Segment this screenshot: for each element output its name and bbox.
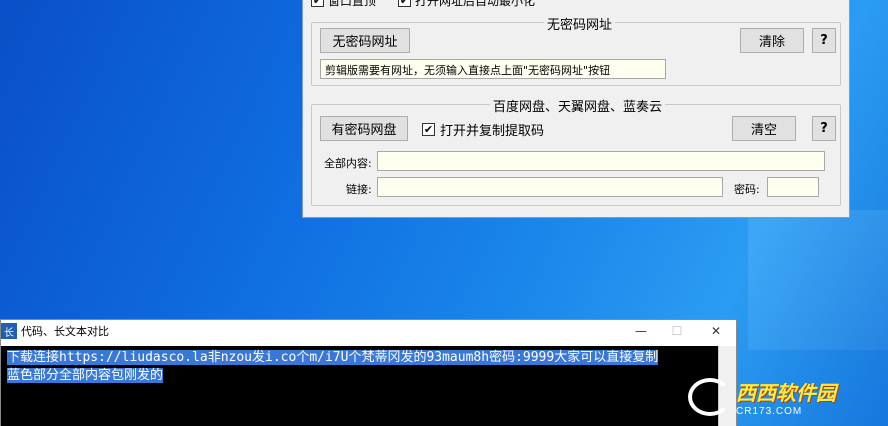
url-tool-window: ✔ 窗口置顶 ✔ 打开网址后自动最小化 无密码网址 无密码网址 清除 ? 剪辑版… <box>302 0 850 218</box>
site-watermark: 西西软件园 CR173.COM <box>688 376 868 418</box>
window-on-top-option[interactable]: ✔ 窗口置顶 <box>311 0 377 8</box>
window-on-top-label: 窗口置顶 <box>328 0 377 8</box>
close-icon[interactable]: ✕ <box>696 320 736 342</box>
compare-titlebar[interactable]: 长 代码、长文本对比 — ☐ ✕ <box>1 320 736 342</box>
all-content-input[interactable] <box>377 151 825 171</box>
watermark-text: 西西软件园 CR173.COM <box>736 377 836 417</box>
maximize-icon[interactable]: ☐ <box>657 320 697 342</box>
no-password-group-title: 无密码网址 <box>544 14 616 33</box>
editor-line-2: 蓝色部分全部内容包刚发的 <box>7 368 164 383</box>
text-editor[interactable]: 下载连接https://liudasco.la非nzou发i.co个m/i7U个… <box>1 346 718 426</box>
hint-field: 剪辑版需要有网址，无须输入直接点上面"无密码网址"按钮 <box>320 59 666 79</box>
no-password-url-button[interactable]: 无密码网址 <box>320 28 410 53</box>
no-password-group: 无密码网址 无密码网址 清除 ? 剪辑版需要有网址，无须输入直接点上面"无密码网… <box>311 14 841 86</box>
minimize-icon[interactable]: — <box>621 320 661 342</box>
copy-code-label: 打开并复制提取码 <box>440 124 545 139</box>
help-button-2[interactable]: ? <box>812 116 836 141</box>
copy-code-option[interactable]: ✔ 打开并复制提取码 <box>422 120 544 139</box>
link-label: 链接: <box>346 183 372 196</box>
app-icon: 长 <box>1 323 17 339</box>
top-options: ✔ 窗口置顶 ✔ 打开网址后自动最小化 <box>311 0 536 8</box>
window-on-top-checkbox[interactable]: ✔ <box>311 0 324 7</box>
code-input[interactable] <box>767 177 819 197</box>
password-drive-button[interactable]: 有密码网盘 <box>320 116 408 141</box>
all-content-label: 全部内容: <box>324 157 372 170</box>
editor-line-1: 下载连接https://liudasco.la非nzou发i.co个m/i7U个… <box>7 350 659 365</box>
watermark-sub-text: CR173.COM <box>736 406 803 417</box>
watermark-main-text: 西西软件园 <box>736 383 836 405</box>
auto-minimize-label: 打开网址后自动最小化 <box>415 0 536 8</box>
auto-minimize-option[interactable]: ✔ 打开网址后自动最小化 <box>398 0 536 8</box>
compare-window: 长 代码、长文本对比 — ☐ ✕ 下载连接https://liudasco.la… <box>0 319 737 426</box>
clear-button[interactable]: 清除 <box>740 28 804 53</box>
password-group-title: 百度网盘、天翼网盘、蓝奏云 <box>490 96 666 115</box>
clear-all-button[interactable]: 清空 <box>732 116 796 141</box>
desktop-light-beam <box>748 210 888 350</box>
password-group: 百度网盘、天翼网盘、蓝奏云 有密码网盘 ✔ 打开并复制提取码 清空 ? 全部内容… <box>311 96 841 206</box>
code-label: 密码: <box>734 183 760 196</box>
watermark-logo-icon <box>688 378 732 416</box>
window-title: 代码、长文本对比 <box>21 325 109 338</box>
help-button[interactable]: ? <box>812 28 836 53</box>
auto-minimize-checkbox[interactable]: ✔ <box>398 0 412 7</box>
link-input[interactable] <box>377 177 723 197</box>
copy-code-checkbox[interactable]: ✔ <box>422 123 435 136</box>
